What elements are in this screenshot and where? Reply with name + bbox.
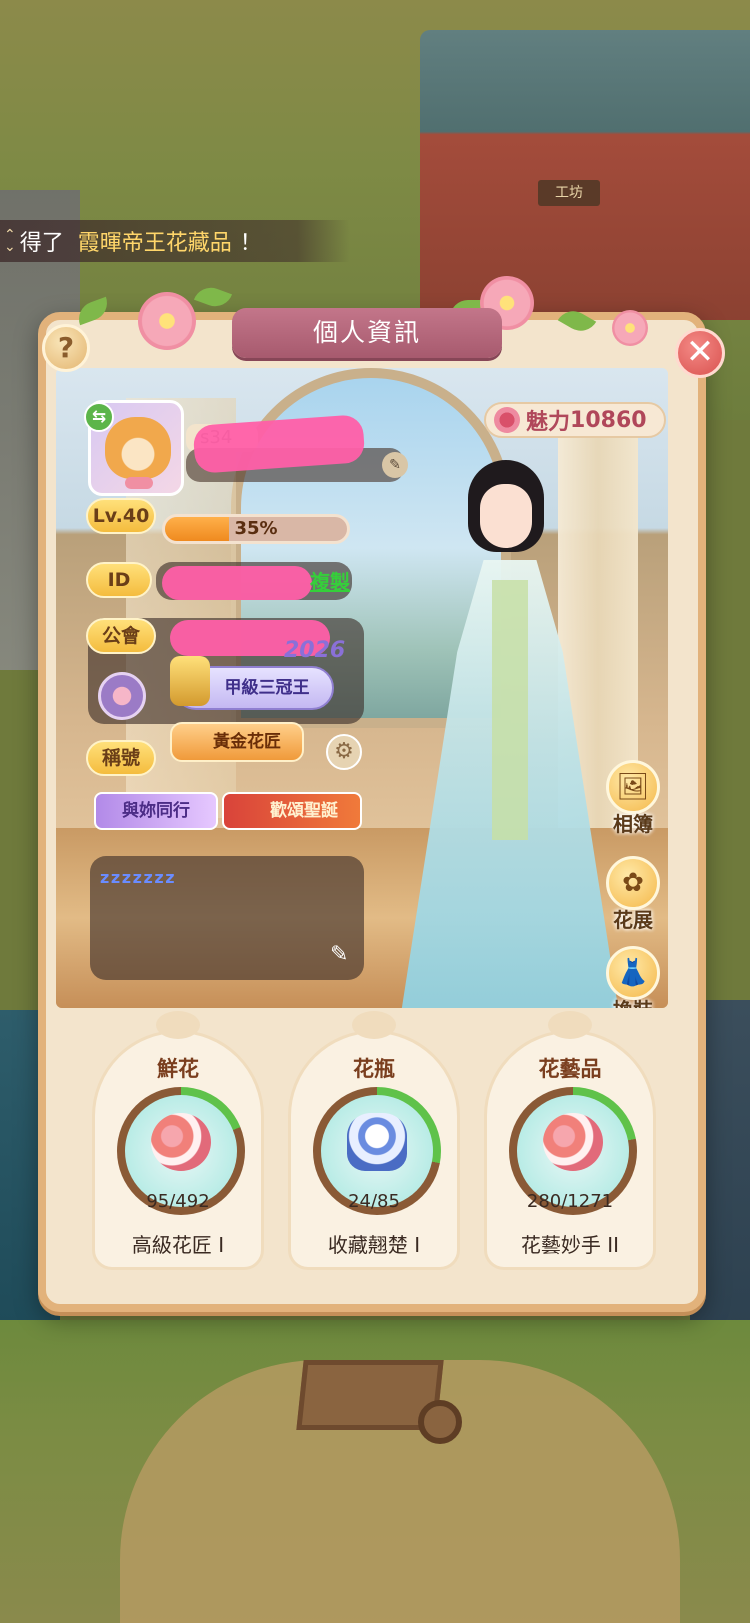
title-badge-with-you[interactable]: 與妳同行 — [94, 792, 218, 830]
charm-value: 10860 — [570, 407, 647, 433]
collection-name: 鮮花 — [157, 1057, 199, 1081]
equipped-title-badge[interactable]: 黃金花匠 — [170, 722, 304, 762]
title-badge-christmas[interactable]: 歡頌聖誕 — [222, 792, 362, 830]
collection-name: 花瓶 — [353, 1057, 395, 1081]
copy-id-button[interactable]: 複製 — [310, 566, 350, 595]
ticker-item-name: 霞暉帝王花藏品 — [77, 231, 232, 256]
flower-show-button[interactable]: ✿ 花展 — [600, 856, 666, 933]
close-button[interactable]: ✕ — [675, 328, 725, 378]
bow-icon — [125, 477, 153, 489]
id-label: ID — [86, 562, 152, 598]
guild-label: 公會 — [86, 618, 156, 654]
album-label: 相簿 — [613, 812, 653, 836]
flower-show-icon: ✿ — [606, 856, 660, 910]
charm-display: 魅力 10860 — [484, 402, 666, 438]
collection-count: 24/85 — [348, 1191, 400, 1212]
guild-emblem-icon[interactable] — [98, 672, 146, 720]
ticker-arrows-icon: ⌃ ⌄ — [4, 227, 16, 255]
level-badge: Lv.40 — [86, 498, 156, 534]
exp-percent: 35% — [234, 518, 278, 539]
crown-icon — [170, 656, 210, 706]
rose-ornament-icon — [352, 1011, 396, 1039]
notification-ticker: ⌃ ⌄ 得了 霞暉帝王花藏品 ！ — [0, 220, 350, 262]
workshop-sign: 工坊 — [538, 180, 600, 206]
collection-card-arrangements[interactable]: 花藝品 280/1271 花藝妙手 II — [484, 1011, 656, 1270]
album-button[interactable]: 🖼 相簿 — [600, 760, 666, 837]
edit-signature-icon[interactable]: ✎ — [330, 942, 348, 967]
flower-show-label: 花展 — [613, 908, 653, 932]
help-button[interactable]: ? — [42, 324, 90, 372]
rank-year: 2026 — [284, 638, 346, 663]
dress-icon: 👗 — [606, 946, 660, 1000]
rose-ornament-icon — [156, 1011, 200, 1039]
background-building — [420, 30, 750, 320]
rose-ornament-icon — [548, 1011, 592, 1039]
photo-album-icon: 🖼 — [606, 760, 660, 814]
rose-icon — [494, 407, 520, 433]
title-settings-gear-icon[interactable]: ⚙ — [326, 734, 362, 770]
ticker-prefix: 得了 — [19, 231, 64, 256]
collection-rank: 花藝妙手 II — [520, 1233, 620, 1257]
dress-sash — [492, 580, 528, 840]
title-label: 稱號 — [86, 740, 156, 776]
panel-title: 個人資訊 — [232, 308, 502, 358]
flower-decoration — [138, 292, 196, 350]
charm-label: 魅力 — [526, 410, 571, 435]
redacted-id — [162, 566, 312, 600]
exp-progress-bar: 35% — [162, 514, 350, 544]
flower-decoration — [612, 310, 648, 346]
cart-wheel — [418, 1400, 462, 1444]
swap-avatar-icon[interactable]: ⇆ — [84, 402, 114, 432]
ticker-suffix: ！ — [239, 231, 262, 256]
character-figure — [400, 460, 620, 1020]
signature-text: z z z z z z z — [100, 868, 175, 887]
collection-name: 花藝品 — [538, 1057, 602, 1081]
collection-card-flowers[interactable]: 鮮花 95/492 高級花匠 I — [92, 1011, 264, 1270]
character-face — [480, 484, 532, 548]
collection-rank: 高級花匠 I — [131, 1233, 225, 1257]
collection-count: 95/492 — [146, 1191, 210, 1212]
collection-card-vases[interactable]: 花瓶 24/85 收藏翹楚 I — [288, 1011, 460, 1270]
cat-avatar-icon — [105, 417, 171, 479]
collection-count: 280/1271 — [526, 1191, 614, 1212]
collection-rank: 收藏翹楚 I — [327, 1233, 421, 1257]
